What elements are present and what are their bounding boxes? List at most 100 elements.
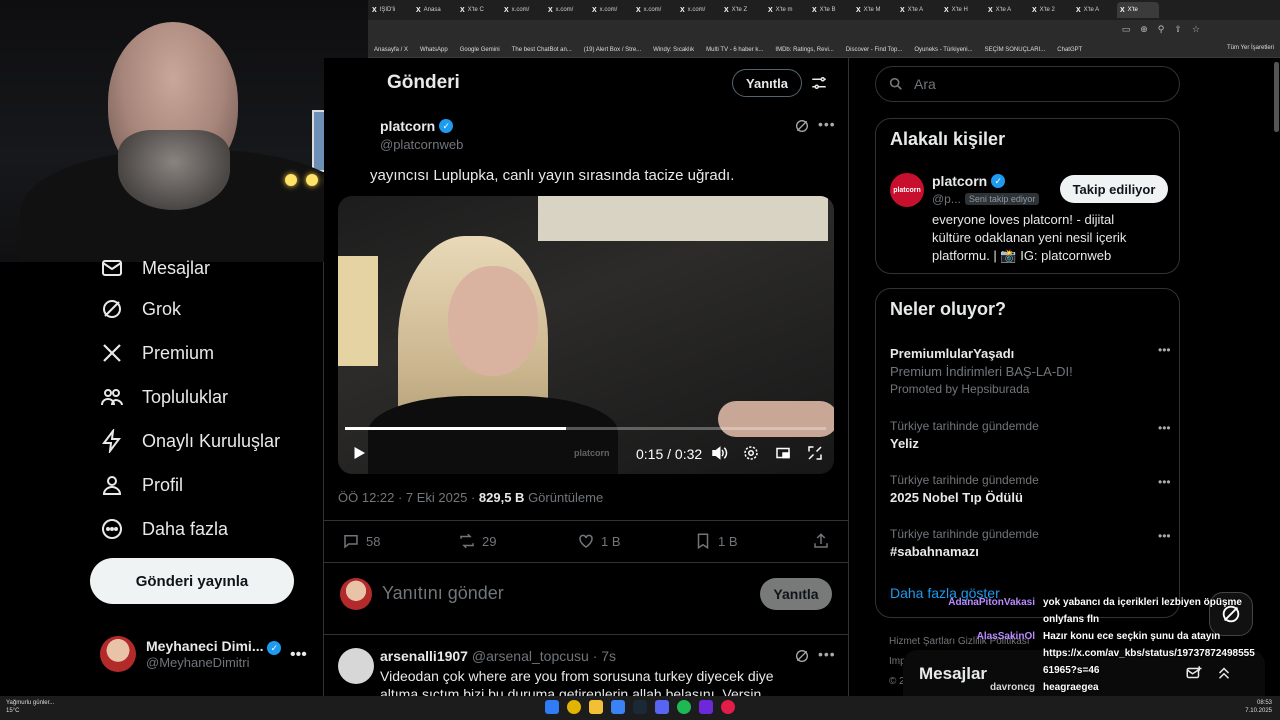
browser-tab[interactable]: X X'te B xyxy=(809,2,851,18)
reply-submit-button[interactable]: Yanıtla xyxy=(760,578,832,610)
author-name[interactable]: platcorn ✓ xyxy=(380,118,454,134)
more-dots-icon[interactable]: ••• xyxy=(1158,529,1171,543)
nav-item-more[interactable]: Daha fazla xyxy=(100,517,228,541)
bookmark-item[interactable]: ChatGPT xyxy=(1057,47,1082,53)
play-icon[interactable] xyxy=(350,444,368,462)
cast-icon[interactable]: ▭ xyxy=(1122,24,1131,35)
weather-widget[interactable]: Yağmurlu günler... 15°C xyxy=(6,699,54,715)
volume-icon[interactable] xyxy=(710,444,728,462)
more-dots-icon[interactable]: ••• xyxy=(1158,343,1171,357)
like-action[interactable]: 1 B xyxy=(577,532,621,550)
bookmark-action[interactable]: 1 B xyxy=(694,532,738,550)
app-icon[interactable] xyxy=(721,700,735,714)
page-scrollbar[interactable] xyxy=(1274,62,1279,132)
app-icon[interactable] xyxy=(611,700,625,714)
picture-in-picture-icon[interactable] xyxy=(774,444,792,462)
settings-gear-icon[interactable] xyxy=(742,444,760,462)
browser-tab[interactable]: Xx.com/ xyxy=(589,2,631,18)
browser-tab[interactable]: Xx.com/ xyxy=(501,2,543,18)
trend-item[interactable]: Türkiye tarihinde gündemde #sabahnamazı xyxy=(890,527,1160,559)
nav-item-messages[interactable]: Mesajlar xyxy=(100,256,210,280)
trend-item[interactable]: Türkiye tarihinde gündemde Yeliz xyxy=(890,419,1160,451)
browser-tab[interactable]: X X'te A xyxy=(985,2,1027,18)
start-icon[interactable] xyxy=(545,700,559,714)
fullscreen-icon[interactable] xyxy=(806,444,824,462)
browser-tab[interactable]: X X'te C xyxy=(457,2,499,18)
trends-card: Neler oluyor? PremiumlularYaşadı Premium… xyxy=(875,288,1180,618)
grok-icon[interactable] xyxy=(794,648,810,664)
discord-icon[interactable] xyxy=(655,700,669,714)
filter-icon[interactable] xyxy=(810,74,828,92)
browser-tab[interactable]: X X'te A xyxy=(897,2,939,18)
nav-item-verified-orgs[interactable]: Onaylı Kuruluşlar xyxy=(100,429,280,453)
bookmark-item[interactable]: Multi TV - 6 haber k... xyxy=(706,47,763,53)
nav-item-communities[interactable]: Topluluklar xyxy=(100,385,228,409)
browser-tab[interactable]: X X'te Z xyxy=(721,2,763,18)
search-input[interactable]: Ara xyxy=(875,66,1180,102)
star-icon[interactable]: ☆ xyxy=(1192,24,1200,35)
trend-item[interactable]: PremiumlularYaşadı Premium İndirimleri B… xyxy=(890,343,1160,396)
system-clock[interactable]: 08:53 7.10.2025 xyxy=(1245,699,1272,715)
bookmark-item[interactable]: IMDb: Ratings, Revi... xyxy=(775,47,833,53)
chat-message: AlasSakinOl Hazır konu ece seçkin şunu da… xyxy=(930,628,1280,645)
avatar[interactable]: platcorn xyxy=(890,173,924,207)
nav-item-grok[interactable]: Grok xyxy=(100,297,181,321)
post-button[interactable]: Gönderi yayınla xyxy=(90,558,294,604)
browser-tab[interactable]: Xx.com/ xyxy=(633,2,675,18)
more-dots-icon[interactable]: ••• xyxy=(1158,475,1171,489)
bookmark-item[interactable]: Google Gemini xyxy=(460,47,500,53)
nav-item-premium[interactable]: Premium xyxy=(100,341,214,365)
reply-action[interactable]: 58 xyxy=(342,532,380,550)
more-dots-icon[interactable]: ••• xyxy=(290,646,307,664)
address-bar[interactable]: ▭ ⊕ ⚲ ⇪ ☆ xyxy=(368,20,1280,42)
bookmark-item[interactable]: (19) Alert Box / Stre... xyxy=(584,47,641,53)
trend-item[interactable]: Türkiye tarihinde gündemde 2025 Nobel Tı… xyxy=(890,473,1160,505)
bookmark-item[interactable]: Discover - Find Top... xyxy=(846,47,903,53)
browser-tab[interactable]: Xx.com/ xyxy=(677,2,719,18)
avatar[interactable] xyxy=(338,648,374,684)
reply-input[interactable]: Yanıtını gönder xyxy=(382,583,504,604)
share-icon[interactable]: ⇪ xyxy=(1174,24,1182,35)
author-handle[interactable]: @platcornweb xyxy=(380,137,463,152)
spotify-icon[interactable] xyxy=(677,700,691,714)
main-column: Gönderi Yanıtla platcorn ✓ @platcornweb •… xyxy=(324,58,849,696)
more-dots-icon[interactable]: ••• xyxy=(818,646,836,662)
verified-badge-icon: ✓ xyxy=(439,119,454,133)
bookmark-item[interactable]: WhatsApp xyxy=(420,47,448,53)
nav-item-profile[interactable]: Profil xyxy=(100,473,183,497)
app-icon[interactable] xyxy=(699,700,713,714)
reply-author[interactable]: arsenalli1907 @arsenal_topcusu · 7s xyxy=(380,648,616,664)
browser-tab[interactable]: X X'te m xyxy=(765,2,807,18)
browser-tab[interactable]: X X'te M xyxy=(853,2,895,18)
bookmark-item[interactable]: The best ChatBot an... xyxy=(512,47,572,53)
more-dots-icon[interactable]: ••• xyxy=(818,116,836,132)
more-dots-icon[interactable]: ••• xyxy=(1158,421,1171,435)
bookmark-item[interactable]: Oyuneks - Türkiyeni... xyxy=(914,47,972,53)
browser-tab[interactable]: X X'te 2 xyxy=(1029,2,1071,18)
grok-icon[interactable] xyxy=(794,118,810,134)
browser-tab[interactable]: X IŞID'li xyxy=(369,2,411,18)
following-button[interactable]: Takip ediliyor xyxy=(1060,175,1168,203)
file-explorer-icon[interactable] xyxy=(589,700,603,714)
steam-icon[interactable] xyxy=(633,700,647,714)
share-icon[interactable] xyxy=(812,532,830,550)
reply-header-button[interactable]: Yanıtla xyxy=(732,69,802,97)
browser-tab[interactable]: X X'te A xyxy=(1073,2,1115,18)
all-bookmarks-link[interactable]: Tüm Yer İşaretleri xyxy=(1227,45,1274,51)
x-logo-icon: X xyxy=(680,6,685,14)
repost-action[interactable]: 29 xyxy=(458,532,496,550)
bookmark-item[interactable]: Anasayfa / X xyxy=(374,47,408,53)
video-player[interactable]: platcorn 0:15 / 0:32 xyxy=(338,196,834,474)
browser-tab[interactable]: X X'te H xyxy=(941,2,983,18)
browser-tab[interactable]: X X'te xyxy=(1117,2,1159,18)
account-switcher[interactable]: Meyhaneci Dimi... ✓ @MeyhaneDimitri ••• xyxy=(100,636,307,672)
browser-tab[interactable]: Xx.com/ xyxy=(545,2,587,18)
bookmark-item[interactable]: Windy: Sıcaklık xyxy=(653,47,694,53)
search-icon[interactable]: ⚲ xyxy=(1158,24,1165,35)
browser-tab[interactable]: X Anasa xyxy=(413,2,455,18)
zoom-icon[interactable]: ⊕ xyxy=(1140,24,1148,35)
related-name[interactable]: platcorn ✓ xyxy=(932,173,1006,189)
video-progress-bar[interactable] xyxy=(345,427,826,430)
chrome-icon[interactable] xyxy=(567,700,581,714)
bookmark-item[interactable]: SEÇİM SONUÇLARI... xyxy=(985,47,1046,53)
